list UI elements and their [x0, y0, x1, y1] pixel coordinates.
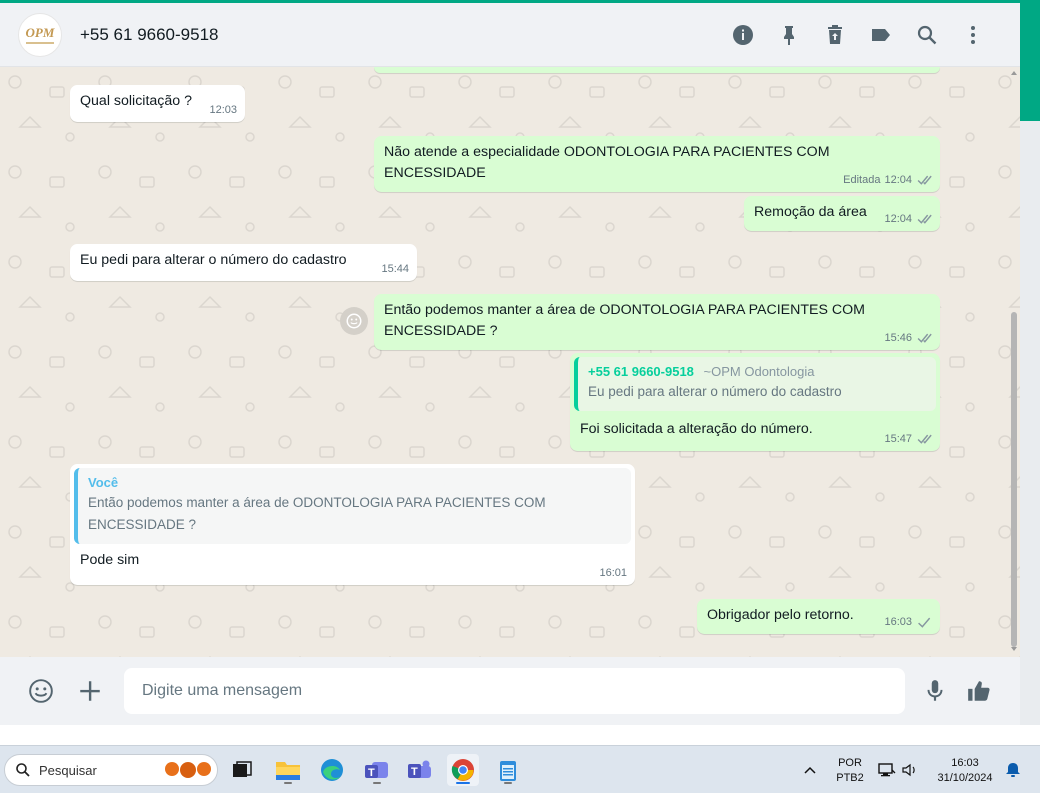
teams-work-icon[interactable]: T — [404, 754, 436, 786]
svg-text:T: T — [411, 766, 418, 778]
message-time: 16:01 — [599, 567, 627, 579]
search-icon[interactable] — [904, 15, 950, 55]
quote-text: Então podemos manter a área de ODONTOLOG… — [88, 495, 546, 532]
label-icon[interactable] — [858, 15, 904, 55]
previous-message-edge — [374, 67, 940, 73]
message-time: 15:44 — [381, 263, 409, 275]
desktop-gap — [0, 725, 1040, 745]
avatar-logo: OPM — [25, 24, 55, 40]
message-time: 12:04 — [884, 174, 912, 186]
network-icon[interactable] — [878, 746, 896, 793]
taskbar-search-label: Pesquisar — [39, 762, 97, 778]
react-emoji-button[interactable] — [340, 307, 368, 335]
composer-bar — [0, 657, 1020, 725]
language-code: POR — [838, 757, 862, 769]
notepad-icon[interactable] — [492, 754, 524, 786]
halloween-pumpkins-icon — [165, 762, 211, 778]
taskbar-clock[interactable]: 16:03 31/10/2024 — [930, 756, 1000, 786]
message-text: Pode sim — [80, 552, 140, 568]
scroll-down-arrow[interactable] — [1011, 647, 1017, 651]
message-time: 15:47 — [884, 433, 912, 445]
double-check-icon — [916, 333, 932, 344]
quoted-message[interactable]: Você Então podemos manter a área de ODON… — [74, 468, 631, 544]
message-outgoing[interactable]: Obrigador pelo retorno. 16:03 — [697, 599, 940, 634]
thumbs-up-icon[interactable] — [957, 669, 1001, 713]
quote-author: Você — [88, 475, 119, 490]
background-window-accent — [1020, 0, 1040, 121]
windows-taskbar: Pesquisar T T POR PTB2 16:03 31/10/2024 — [0, 745, 1040, 793]
info-icon[interactable] — [720, 15, 766, 55]
keyboard-layout: PTB2 — [836, 772, 864, 784]
contact-avatar[interactable]: OPM — [18, 12, 62, 57]
pin-icon[interactable] — [766, 15, 812, 55]
message-text: Então podemos manter a área de ODONTOLOG… — [384, 302, 865, 339]
input-language[interactable]: POR PTB2 — [832, 756, 868, 786]
avatar-logo-underline — [26, 41, 54, 44]
message-incoming[interactable]: Qual solicitação ? 12:03 — [70, 85, 245, 122]
edge-browser-icon[interactable] — [316, 754, 348, 786]
search-icon — [16, 763, 30, 777]
quote-author: +55 61 9660-9518 — [588, 364, 694, 379]
scroll-thumb[interactable] — [1011, 312, 1017, 647]
message-outgoing[interactable]: Não atende a especialidade ODONTOLOGIA P… — [374, 136, 940, 192]
emoji-icon[interactable] — [19, 669, 63, 713]
teams-icon[interactable]: T — [361, 754, 393, 786]
quote-text: Eu pedi para alterar o número do cadastr… — [588, 384, 842, 399]
message-time: 12:04 — [884, 213, 912, 225]
clock-time: 16:03 — [951, 757, 979, 769]
message-outgoing[interactable]: Então podemos manter a área de ODONTOLOG… — [374, 294, 940, 350]
message-time: 12:03 — [209, 104, 237, 116]
file-explorer-icon[interactable] — [272, 754, 304, 786]
message-outgoing[interactable]: Remoção da área 12:04 — [744, 196, 940, 231]
chat-scrollbar[interactable] — [1009, 67, 1020, 657]
tray-overflow-chevron-icon[interactable] — [804, 746, 816, 793]
message-time: 16:03 — [884, 616, 912, 628]
notification-bell-icon[interactable] — [1005, 746, 1021, 793]
message-incoming[interactable]: Eu pedi para alterar o número do cadastr… — [70, 244, 417, 281]
contact-name[interactable]: +55 61 9660-9518 — [80, 25, 219, 45]
menu-icon[interactable] — [950, 15, 996, 55]
smiley-icon — [346, 313, 362, 329]
message-outgoing-reply[interactable]: +55 61 9660-9518 ~OPM Odontologia Eu ped… — [570, 353, 940, 451]
message-input[interactable] — [124, 668, 905, 714]
whatsapp-window: OPM +55 61 9660-9518 Qual solicitação ? … — [0, 0, 1020, 745]
clock-date: 31/10/2024 — [937, 772, 993, 784]
task-view-icon[interactable] — [226, 754, 258, 786]
message-time: 15:46 — [884, 332, 912, 344]
svg-text:T: T — [368, 767, 375, 779]
quote-alias: ~OPM Odontologia — [703, 364, 815, 379]
single-check-icon — [916, 617, 932, 628]
chat-header: OPM +55 61 9660-9518 — [0, 3, 1020, 67]
chrome-icon[interactable] — [447, 754, 479, 786]
delete-icon[interactable] — [812, 15, 858, 55]
taskbar-search[interactable]: Pesquisar — [4, 754, 218, 786]
scroll-up-arrow[interactable] — [1011, 71, 1017, 75]
message-text: Eu pedi para alterar o número do cadastr… — [80, 252, 347, 268]
message-incoming-reply[interactable]: Você Então podemos manter a área de ODON… — [70, 464, 635, 585]
background-window-edge — [1020, 0, 1040, 745]
double-check-icon — [916, 214, 932, 225]
header-actions — [720, 15, 996, 55]
volume-icon[interactable] — [902, 746, 918, 793]
attach-plus-icon[interactable] — [68, 669, 112, 713]
double-check-icon — [916, 175, 932, 186]
quoted-message[interactable]: +55 61 9660-9518 ~OPM Odontologia Eu ped… — [574, 357, 936, 411]
microphone-icon[interactable] — [913, 669, 957, 713]
double-check-icon — [916, 434, 932, 445]
edited-label: Editada — [843, 174, 881, 186]
